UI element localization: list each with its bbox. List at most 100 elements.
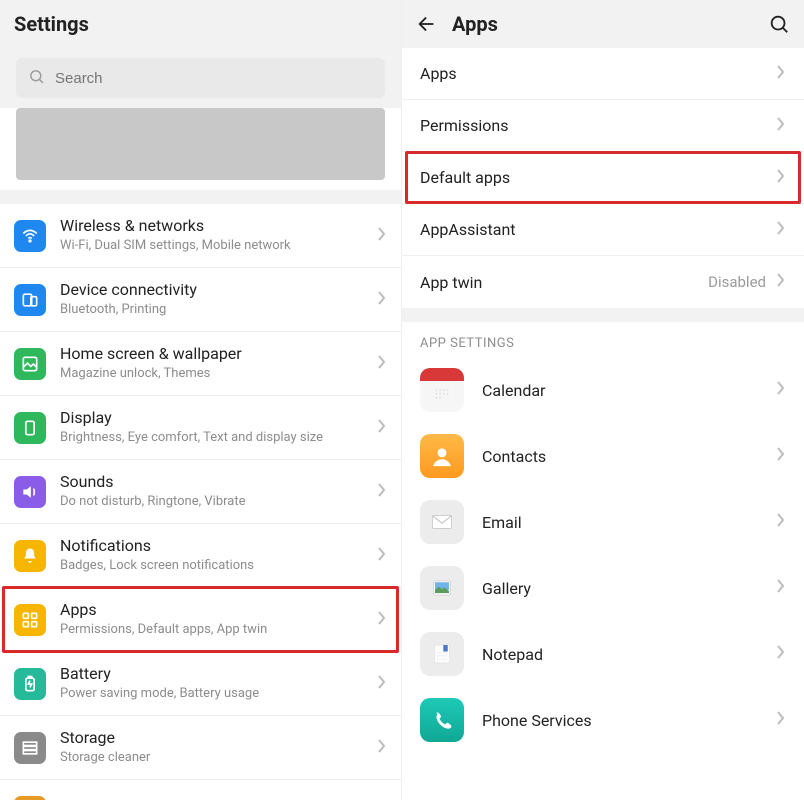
row-label: Default apps <box>420 168 766 187</box>
search-input-box[interactable] <box>16 58 385 98</box>
settings-row-home[interactable]: Home screen & wallpaper Magazine unlock,… <box>0 332 401 396</box>
apps-icon <box>14 604 46 636</box>
app-row-calendar[interactable]: Calendar <box>402 357 804 423</box>
row-subtitle: Storage cleaner <box>60 750 363 766</box>
notepad-icon <box>420 632 464 676</box>
phone-icon <box>420 698 464 742</box>
settings-row-notifications[interactable]: Notifications Badges, Lock screen notifi… <box>0 524 401 588</box>
row-subtitle: Badges, Lock screen notifications <box>60 558 363 574</box>
chevron-right-icon <box>776 168 786 188</box>
row-subtitle: Power saving mode, Battery usage <box>60 686 363 702</box>
app-label: Gallery <box>482 579 758 598</box>
contacts-icon <box>420 434 464 478</box>
storage-icon <box>14 732 46 764</box>
row-title: Device connectivity <box>60 280 363 300</box>
row-title: Wireless & networks <box>60 216 363 236</box>
row-title: Display <box>60 408 363 428</box>
apps-header: Apps <box>402 0 804 48</box>
apps-pane: Apps Apps Permissions Default apps AppAs… <box>402 0 804 800</box>
row-subtitle: Magazine unlock, Themes <box>60 366 363 382</box>
chevron-right-icon <box>377 738 387 758</box>
banner-placeholder <box>16 108 385 180</box>
row-subtitle: Permissions, Default apps, App twin <box>60 622 363 638</box>
row-subtitle: Wi-Fi, Dual SIM settings, Mobile network <box>60 238 363 254</box>
row-default-apps[interactable]: Default apps <box>402 152 804 204</box>
top-list: Apps Permissions Default apps AppAssista… <box>402 48 804 308</box>
row-subtitle: Do not disturb, Ringtone, Vibrate <box>60 494 363 510</box>
search-icon[interactable] <box>768 13 790 35</box>
app-row-gallery[interactable]: Gallery <box>402 555 804 621</box>
settings-row-sounds[interactable]: Sounds Do not disturb, Ringtone, Vibrate <box>0 460 401 524</box>
chevron-right-icon <box>377 546 387 566</box>
chevron-right-icon <box>377 226 387 246</box>
divider-strip <box>402 308 804 322</box>
search-input[interactable] <box>55 70 373 87</box>
app-label: Email <box>482 513 758 532</box>
display-icon <box>14 412 46 444</box>
divider-strip <box>0 190 401 204</box>
app-label: Contacts <box>482 447 758 466</box>
sound-icon <box>14 476 46 508</box>
app-label: Calendar <box>482 381 758 400</box>
bell-icon <box>14 540 46 572</box>
row-apps[interactable]: Apps <box>402 48 804 100</box>
device-icon <box>14 284 46 316</box>
row-value: Disabled <box>708 273 766 291</box>
settings-pane: Settings Wireless & networks Wi-Fi, Dual… <box>0 0 402 800</box>
chevron-right-icon <box>776 380 786 400</box>
chevron-right-icon <box>776 578 786 598</box>
settings-row-apps[interactable]: Apps Permissions, Default apps, App twin <box>0 588 401 652</box>
wallpaper-icon <box>14 348 46 380</box>
app-row-contacts[interactable]: Contacts <box>402 423 804 489</box>
search-icon <box>28 68 45 89</box>
settings-row-device[interactable]: Device connectivity Bluetooth, Printing <box>0 268 401 332</box>
chevron-right-icon <box>377 290 387 310</box>
row-subtitle: Brightness, Eye comfort, Text and displa… <box>60 430 363 446</box>
app-row-email[interactable]: Email <box>402 489 804 555</box>
settings-row-battery[interactable]: Battery Power saving mode, Battery usage <box>0 652 401 716</box>
back-icon[interactable] <box>416 13 438 35</box>
page-title: Settings <box>14 12 89 36</box>
row-appassistant[interactable]: AppAssistant <box>402 204 804 256</box>
chevron-right-icon <box>776 644 786 664</box>
app-label: Notepad <box>482 645 758 664</box>
chevron-right-icon <box>776 272 786 292</box>
app-row-notepad[interactable]: Notepad <box>402 621 804 687</box>
chevron-right-icon <box>377 482 387 502</box>
row-permissions[interactable]: Permissions <box>402 100 804 152</box>
wifi-icon <box>14 220 46 252</box>
calendar-icon <box>420 368 464 412</box>
row-label: Permissions <box>420 116 766 135</box>
row-label: App twin <box>420 273 698 292</box>
email-icon <box>420 500 464 544</box>
chevron-right-icon <box>776 446 786 466</box>
row-title: Battery <box>60 664 363 684</box>
chevron-right-icon <box>776 220 786 240</box>
chevron-right-icon <box>377 674 387 694</box>
chevron-right-icon <box>377 418 387 438</box>
settings-row-wireless[interactable]: Wireless & networks Wi-Fi, Dual SIM sett… <box>0 204 401 268</box>
row-app-twin[interactable]: App twin Disabled <box>402 256 804 308</box>
app-row-phone-services[interactable]: Phone Services <box>402 687 804 753</box>
row-title: Storage <box>60 728 363 748</box>
chevron-right-icon <box>377 354 387 374</box>
settings-row-digital-balance[interactable]: Digital balance <box>0 780 401 800</box>
chevron-right-icon <box>776 116 786 136</box>
hourglass-icon <box>14 796 46 800</box>
row-title: Home screen & wallpaper <box>60 344 363 364</box>
row-label: AppAssistant <box>420 220 766 239</box>
row-title: Apps <box>60 600 363 620</box>
row-subtitle: Bluetooth, Printing <box>60 302 363 318</box>
settings-row-display[interactable]: Display Brightness, Eye comfort, Text an… <box>0 396 401 460</box>
search-container <box>0 48 401 108</box>
chevron-right-icon <box>776 710 786 730</box>
settings-header: Settings <box>0 0 401 48</box>
settings-row-storage[interactable]: Storage Storage cleaner <box>0 716 401 780</box>
section-label: APP SETTINGS <box>402 322 804 357</box>
row-title: Sounds <box>60 472 363 492</box>
battery-icon <box>14 668 46 700</box>
app-settings-list: Calendar Contacts Email Gallery <box>402 357 804 753</box>
settings-list[interactable]: Wireless & networks Wi-Fi, Dual SIM sett… <box>0 204 401 800</box>
row-title: Notifications <box>60 536 363 556</box>
gallery-icon <box>420 566 464 610</box>
